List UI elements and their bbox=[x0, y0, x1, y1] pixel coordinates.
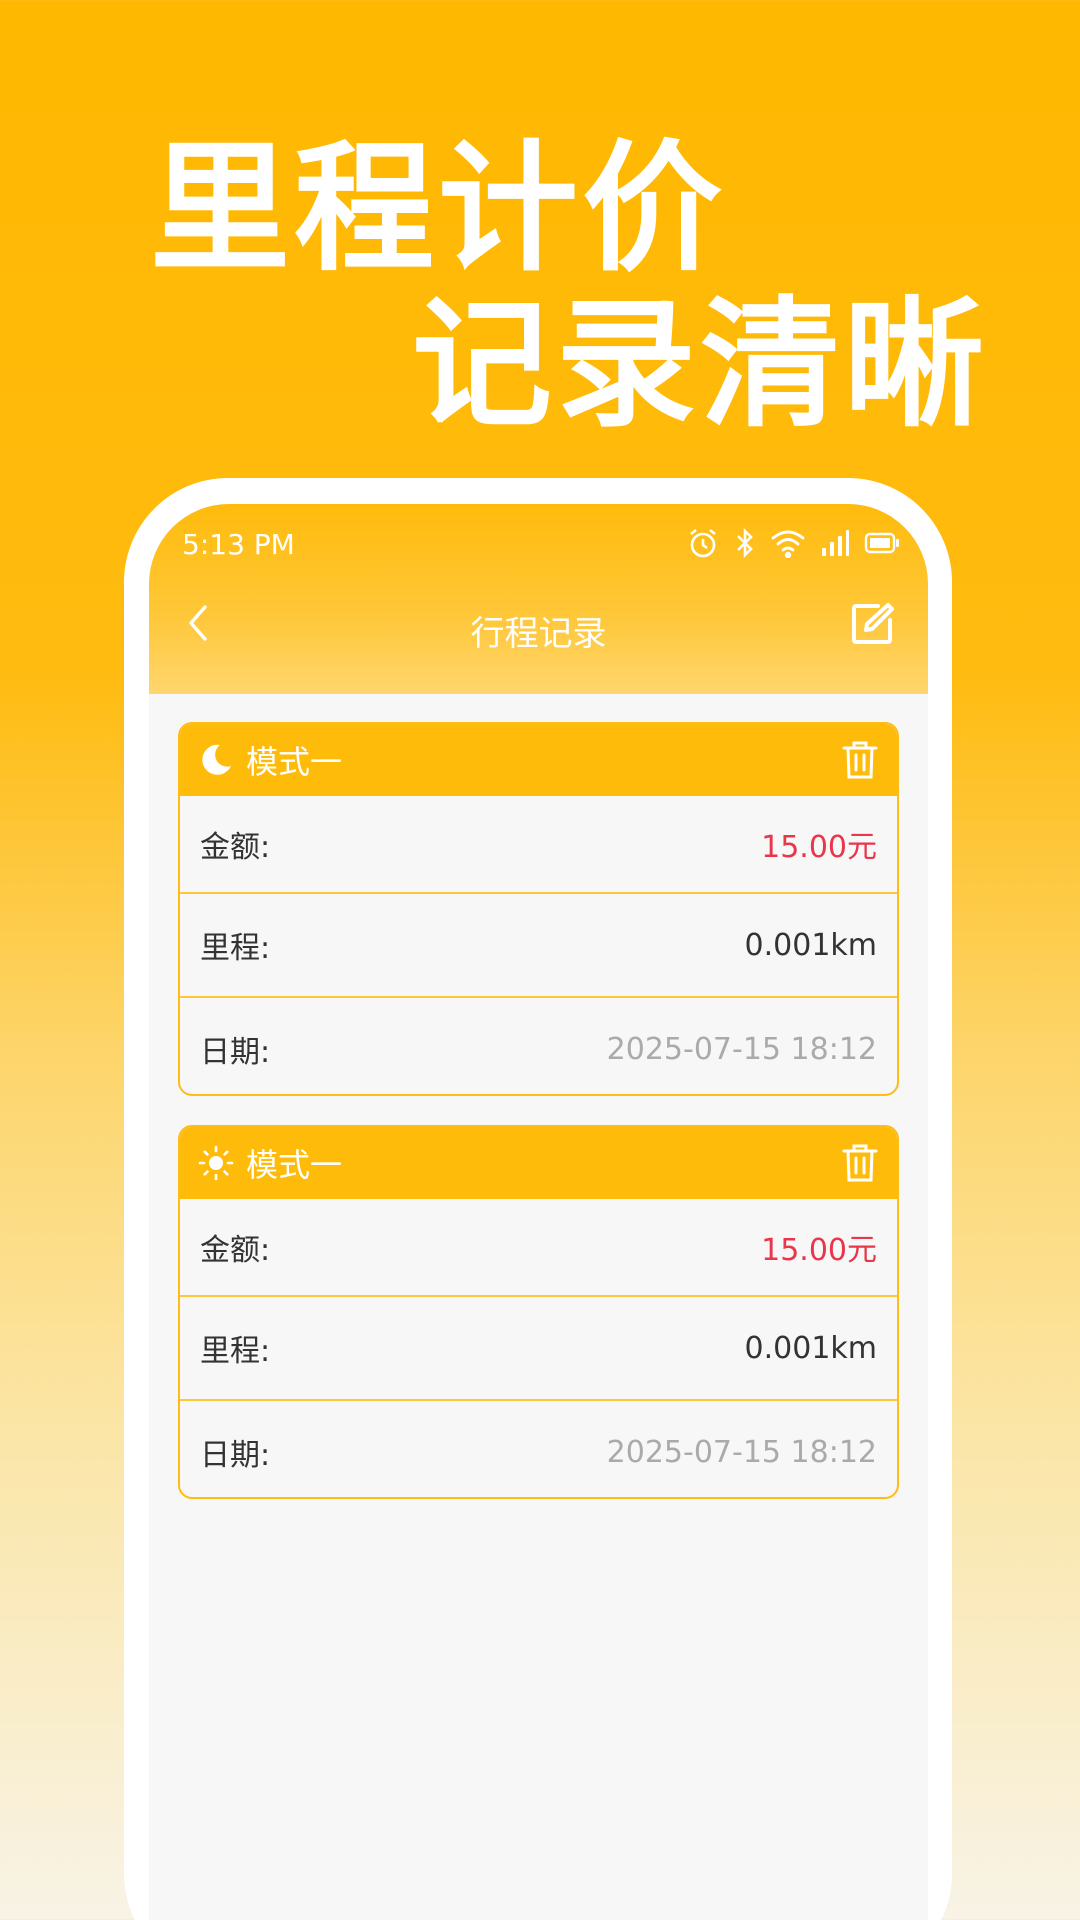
record-card[interactable]: 模式一 金额: 15.00元 里程: 0.001km 日期: 2025-07-1… bbox=[178, 1125, 899, 1499]
phone-screen: 5:13 PM 行程记录 模式一 金额: 15.00元 里程: 0.001km … bbox=[149, 504, 928, 1920]
distance-label: 里程: bbox=[200, 931, 271, 966]
amount-value: 15.00元 bbox=[761, 830, 877, 865]
distance-value: 0.001km bbox=[744, 927, 877, 963]
promo-headline-1: 里程计价 bbox=[150, 128, 727, 291]
alarm-icon bbox=[686, 526, 720, 560]
status-icons bbox=[686, 526, 900, 560]
date-value: 2025-07-15 18:12 bbox=[606, 1031, 877, 1067]
distance-label: 里程: bbox=[200, 1334, 271, 1369]
sun-icon bbox=[198, 1145, 234, 1181]
bluetooth-icon bbox=[734, 526, 756, 560]
record-card[interactable]: 模式一 金额: 15.00元 里程: 0.001km 日期: 2025-07-1… bbox=[178, 722, 899, 1096]
date-label: 日期: bbox=[200, 1438, 271, 1473]
distance-row: 里程: 0.001km bbox=[180, 1295, 897, 1399]
battery-icon bbox=[864, 530, 900, 556]
amount-label: 金额: bbox=[200, 830, 271, 865]
moon-icon bbox=[198, 742, 234, 778]
record-card-header: 模式一 bbox=[180, 1127, 897, 1199]
date-label: 日期: bbox=[200, 1035, 271, 1070]
promo-headline-2: 记录清晰 bbox=[412, 284, 989, 447]
date-row: 日期: 2025-07-15 18:12 bbox=[180, 1399, 897, 1497]
page-title: 行程记录 bbox=[470, 614, 607, 654]
mode-label: 模式一 bbox=[246, 743, 343, 781]
date-row: 日期: 2025-07-15 18:12 bbox=[180, 996, 897, 1094]
signal-icon bbox=[820, 528, 850, 558]
distance-row: 里程: 0.001km bbox=[180, 892, 897, 996]
wifi-icon bbox=[770, 528, 806, 558]
amount-label: 金额: bbox=[200, 1233, 271, 1268]
status-time: 5:13 PM bbox=[182, 528, 295, 561]
amount-row: 金额: 15.00元 bbox=[180, 796, 897, 892]
amount-value: 15.00元 bbox=[761, 1233, 877, 1268]
record-card-header: 模式一 bbox=[180, 724, 897, 796]
edit-button[interactable] bbox=[846, 600, 898, 652]
distance-value: 0.001km bbox=[744, 1330, 877, 1366]
trash-icon[interactable] bbox=[841, 740, 879, 784]
edit-icon bbox=[848, 600, 896, 652]
app-header: 5:13 PM 行程记录 bbox=[149, 504, 928, 694]
date-value: 2025-07-15 18:12 bbox=[606, 1434, 877, 1470]
trash-icon[interactable] bbox=[841, 1143, 879, 1187]
mode-label: 模式一 bbox=[246, 1146, 343, 1184]
amount-row: 金额: 15.00元 bbox=[180, 1199, 897, 1295]
